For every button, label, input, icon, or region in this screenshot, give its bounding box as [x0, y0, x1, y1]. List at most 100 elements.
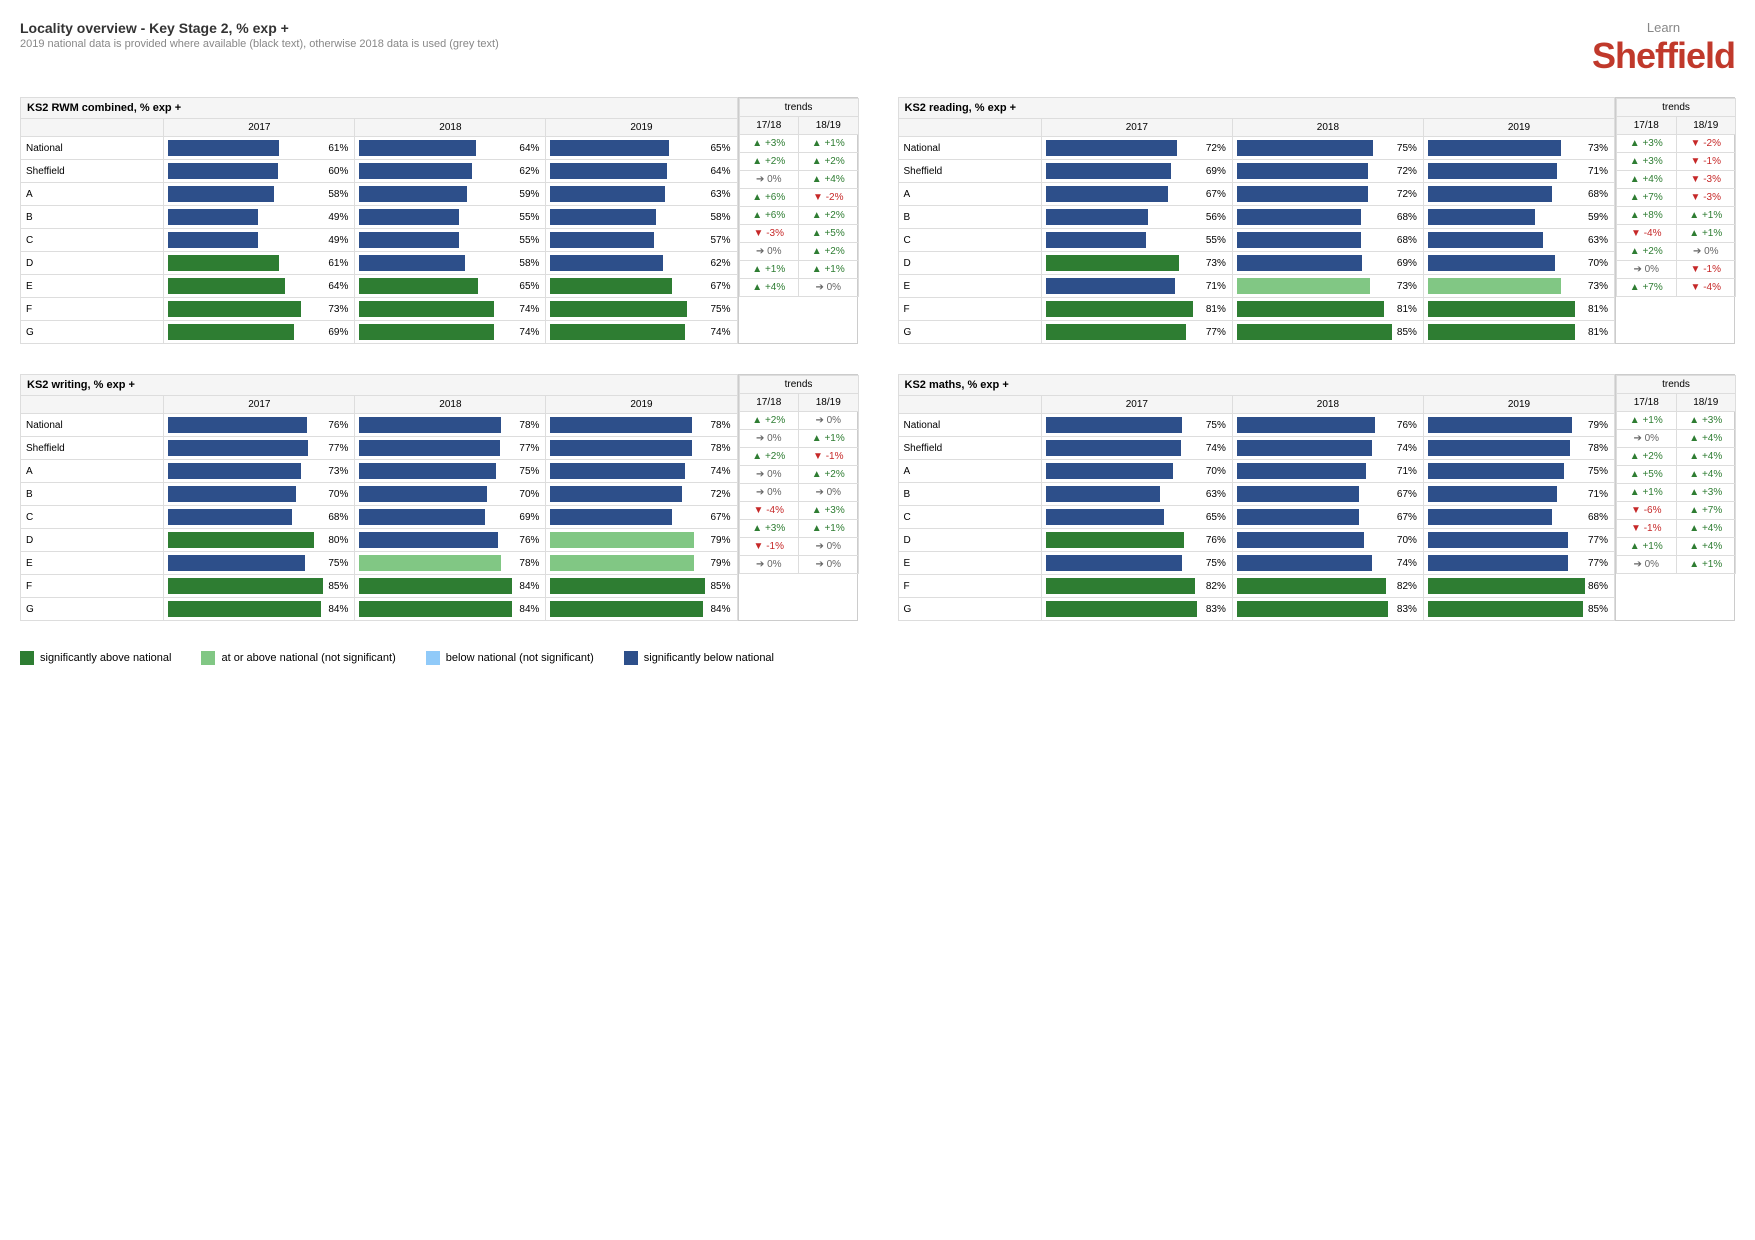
chart-row-1-1: Sheffield 69% 72% 71% [898, 160, 1615, 183]
chart-row-0-5: D 61% 58% 62% [21, 252, 738, 275]
chart-row-0-6: E 64% 65% 67% [21, 275, 738, 298]
trend-row-1-1: ▲ +3% ▼ -1% [1617, 153, 1736, 171]
trend-row-3-5: ▼ -6% ▲ +7% [1617, 502, 1736, 520]
chart-table-1: KS2 reading, % exp + 2017 2018 2019 Nati… [898, 97, 1616, 344]
charts-grid: KS2 RWM combined, % exp + 2017 2018 2019… [20, 97, 1735, 621]
trend-row-0-3: ▲ +6% ▼ -2% [739, 189, 858, 207]
chart-row-1-3: B 56% 68% 59% [898, 206, 1615, 229]
chart-row-3-4: C 65% 67% 68% [898, 506, 1615, 529]
chart-row-1-7: F 81% 81% 81% [898, 298, 1615, 321]
legend: significantly above national at or above… [20, 651, 1735, 665]
legend-item-2: below national (not significant) [426, 651, 594, 665]
chart-table-3: KS2 maths, % exp + 2017 2018 2019 Nation… [898, 374, 1616, 621]
trend-row-3-6: ▼ -1% ▲ +4% [1617, 520, 1736, 538]
trend-row-2-3: ➔ 0% ▲ +2% [739, 466, 858, 484]
chart-row-2-5: D 80% 76% 79% [21, 529, 738, 552]
chart-row-3-2: A 70% 71% 75% [898, 460, 1615, 483]
chart-row-3-3: B 63% 67% 71% [898, 483, 1615, 506]
chart-table-0: KS2 RWM combined, % exp + 2017 2018 2019… [20, 97, 738, 344]
chart-table-2: KS2 writing, % exp + 2017 2018 2019 Nati… [20, 374, 738, 621]
chart-title-0: KS2 RWM combined, % exp + [21, 98, 738, 119]
trend-row-1-2: ▲ +4% ▼ -3% [1617, 171, 1736, 189]
page-subtitle: 2019 national data is provided where ava… [20, 38, 499, 50]
legend-item-0: significantly above national [20, 651, 171, 665]
trend-row-1-4: ▲ +8% ▲ +1% [1617, 207, 1736, 225]
trend-row-0-4: ▲ +6% ▲ +2% [739, 207, 858, 225]
trend-row-3-7: ▲ +1% ▲ +4% [1617, 538, 1736, 556]
chart-row-0-2: A 58% 59% 63% [21, 183, 738, 206]
trends-table-1: trends 17/18 18/19 ▲ +3% ▼ -2% ▲ +3% ▼ -… [1616, 98, 1736, 297]
legend-label-3: significantly below national [644, 652, 774, 664]
legend-item-3: significantly below national [624, 651, 774, 665]
legend-item-1: at or above national (not significant) [201, 651, 395, 665]
chart-row-1-2: A 67% 72% 68% [898, 183, 1615, 206]
chart-section-3: KS2 maths, % exp + 2017 2018 2019 Nation… [898, 374, 1736, 621]
trend-row-3-2: ▲ +2% ▲ +4% [1617, 448, 1736, 466]
chart-row-2-3: B 70% 70% 72% [21, 483, 738, 506]
legend-box-1 [201, 651, 215, 665]
trend-row-2-6: ▲ +3% ▲ +1% [739, 520, 858, 538]
trend-row-2-1: ➔ 0% ▲ +1% [739, 430, 858, 448]
trend-row-0-7: ▲ +1% ▲ +1% [739, 261, 858, 279]
chart-row-3-1: Sheffield 74% 74% 78% [898, 437, 1615, 460]
trend-row-1-6: ▲ +2% ➔ 0% [1617, 243, 1736, 261]
legend-box-3 [624, 651, 638, 665]
trends-table-0: trends 17/18 18/19 ▲ +3% ▲ +1% ▲ +2% ▲ +… [739, 98, 859, 297]
chart-row-0-4: C 49% 55% 57% [21, 229, 738, 252]
trend-row-3-4: ▲ +1% ▲ +3% [1617, 484, 1736, 502]
trend-row-2-4: ➔ 0% ➔ 0% [739, 484, 858, 502]
chart-title-1: KS2 reading, % exp + [898, 98, 1615, 119]
chart-row-3-7: F 82% 82% 86% [898, 575, 1615, 598]
chart-row-0-1: Sheffield 60% 62% 64% [21, 160, 738, 183]
legend-box-2 [426, 651, 440, 665]
chart-row-3-0: National 75% 76% 79% [898, 414, 1615, 437]
chart-row-0-0: National 61% 64% 65% [21, 137, 738, 160]
trend-row-1-8: ▲ +7% ▼ -4% [1617, 279, 1736, 297]
chart-row-1-4: C 55% 68% 63% [898, 229, 1615, 252]
page-header: Locality overview - Key Stage 2, % exp +… [20, 20, 1735, 77]
legend-box-0 [20, 651, 34, 665]
trend-row-0-1: ▲ +2% ▲ +2% [739, 153, 858, 171]
chart-row-2-4: C 68% 69% 67% [21, 506, 738, 529]
logo: Learn Sheffield [1592, 20, 1735, 77]
logo-learn-text: Learn [1592, 20, 1735, 35]
chart-row-2-0: National 76% 78% 78% [21, 414, 738, 437]
chart-row-2-7: F 85% 84% 85% [21, 575, 738, 598]
trend-row-2-8: ➔ 0% ➔ 0% [739, 556, 858, 574]
chart-row-2-6: E 75% 78% 79% [21, 552, 738, 575]
chart-row-1-8: G 77% 85% 81% [898, 321, 1615, 344]
trend-row-0-2: ➔ 0% ▲ +4% [739, 171, 858, 189]
chart-row-3-5: D 76% 70% 77% [898, 529, 1615, 552]
trend-row-1-7: ➔ 0% ▼ -1% [1617, 261, 1736, 279]
logo-sheffield: Sheffield [1592, 35, 1735, 77]
trend-row-3-3: ▲ +5% ▲ +4% [1617, 466, 1736, 484]
legend-label-1: at or above national (not significant) [221, 652, 395, 664]
trend-row-0-8: ▲ +4% ➔ 0% [739, 279, 858, 297]
chart-row-1-5: D 73% 69% 70% [898, 252, 1615, 275]
trend-row-2-5: ▼ -4% ▲ +3% [739, 502, 858, 520]
trend-row-3-0: ▲ +1% ▲ +3% [1617, 412, 1736, 430]
legend-label-0: significantly above national [40, 652, 171, 664]
trend-row-0-0: ▲ +3% ▲ +1% [739, 135, 858, 153]
header-text: Locality overview - Key Stage 2, % exp +… [20, 20, 499, 50]
trend-row-1-5: ▼ -4% ▲ +1% [1617, 225, 1736, 243]
trend-row-3-1: ➔ 0% ▲ +4% [1617, 430, 1736, 448]
chart-row-2-2: A 73% 75% 74% [21, 460, 738, 483]
trend-row-2-7: ▼ -1% ➔ 0% [739, 538, 858, 556]
chart-row-3-6: E 75% 74% 77% [898, 552, 1615, 575]
chart-section-1: KS2 reading, % exp + 2017 2018 2019 Nati… [898, 97, 1736, 344]
chart-row-3-8: G 83% 83% 85% [898, 598, 1615, 621]
chart-row-0-7: F 73% 74% 75% [21, 298, 738, 321]
trends-table-3: trends 17/18 18/19 ▲ +1% ▲ +3% ➔ 0% ▲ +4… [1616, 375, 1736, 574]
chart-row-1-6: E 71% 73% 73% [898, 275, 1615, 298]
legend-label-2: below national (not significant) [446, 652, 594, 664]
trend-row-3-8: ➔ 0% ▲ +1% [1617, 556, 1736, 574]
chart-section-0: KS2 RWM combined, % exp + 2017 2018 2019… [20, 97, 858, 344]
trends-table-2: trends 17/18 18/19 ▲ +2% ➔ 0% ➔ 0% ▲ +1%… [739, 375, 859, 574]
chart-row-0-8: G 69% 74% 74% [21, 321, 738, 344]
chart-title-3: KS2 maths, % exp + [898, 375, 1615, 396]
trend-row-2-2: ▲ +2% ▼ -1% [739, 448, 858, 466]
chart-row-1-0: National 72% 75% 73% [898, 137, 1615, 160]
trend-row-1-0: ▲ +3% ▼ -2% [1617, 135, 1736, 153]
chart-row-0-3: B 49% 55% 58% [21, 206, 738, 229]
